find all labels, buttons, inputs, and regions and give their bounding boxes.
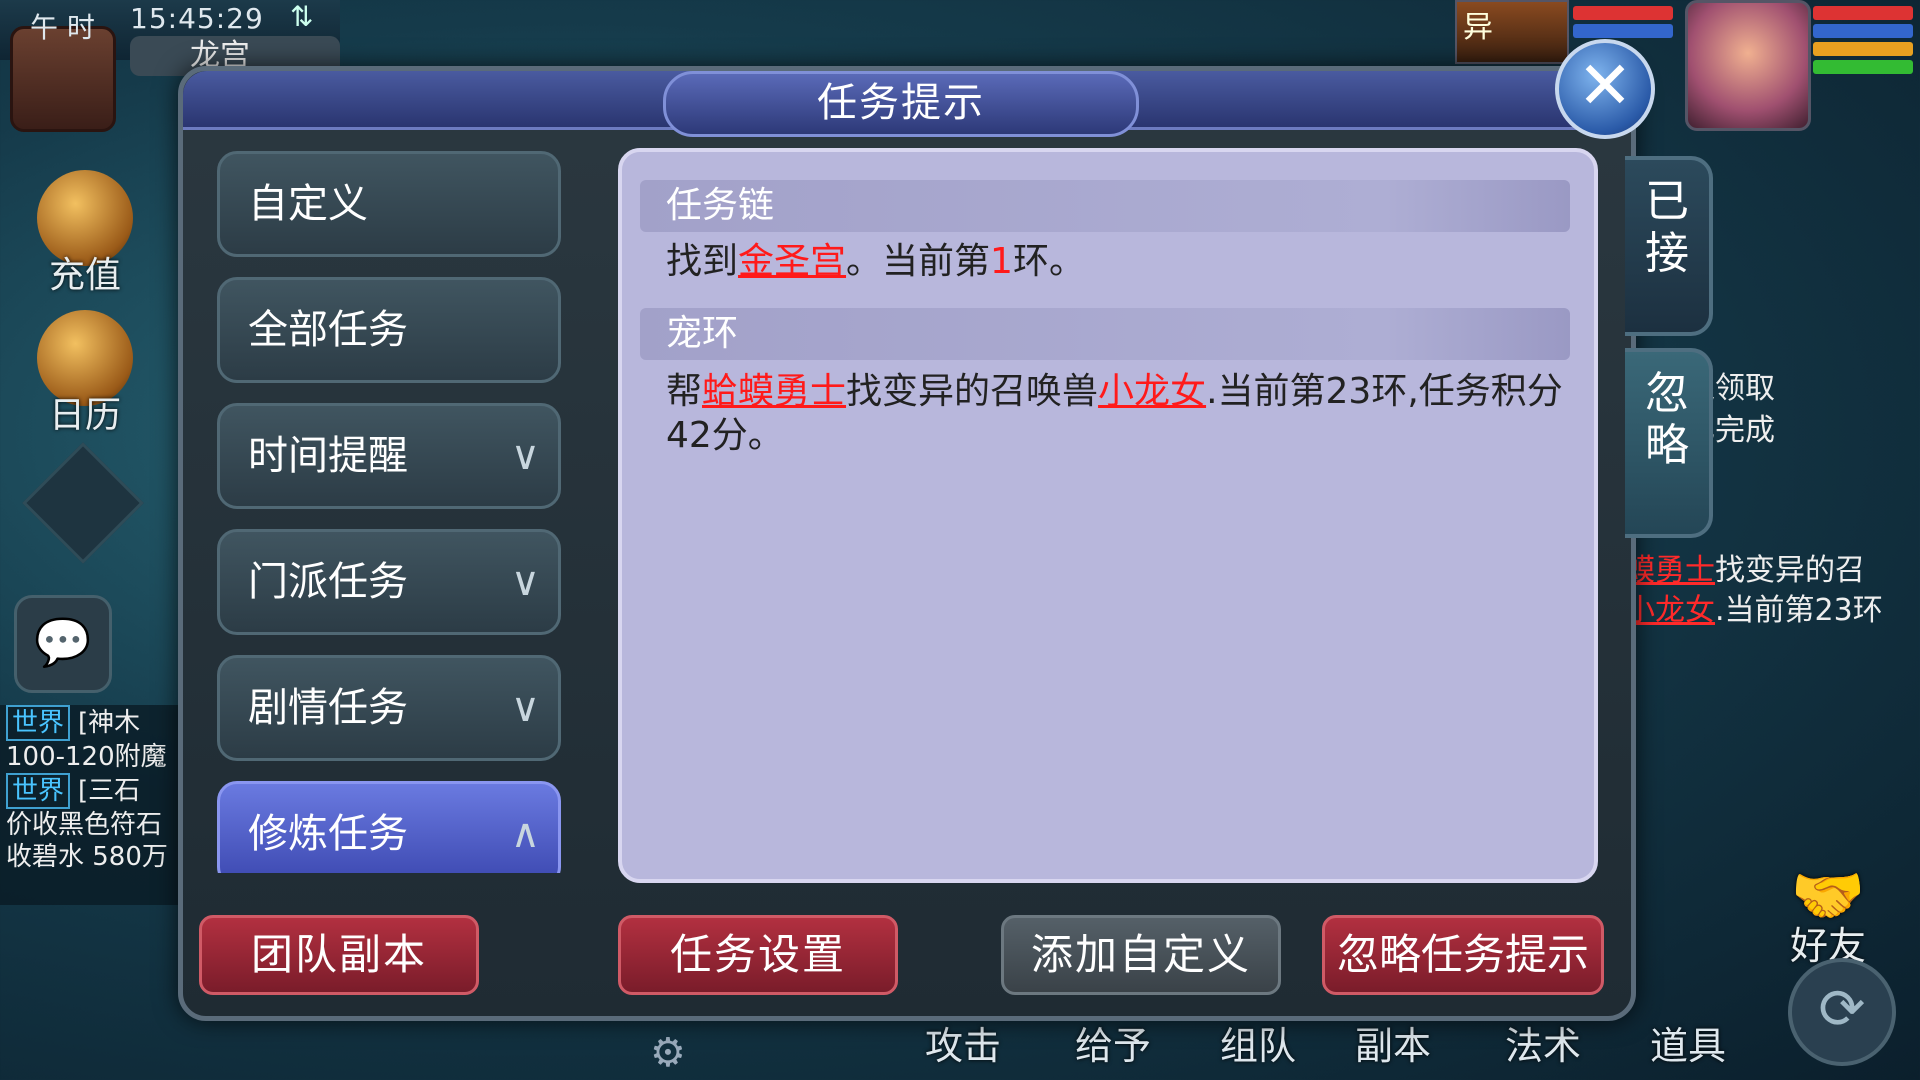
pet-link[interactable]: 小龙女 [1098,371,1206,412]
tracker-line[interactable]: 小龙女.当前第23环 [1625,590,1920,632]
world-channel-tag: 世界 [6,773,71,809]
chat-panel[interactable]: 世界 [神木 100-120附魔 世界 [三石 价收黑色符石 收碧水 580万 [0,705,180,905]
dungeon-button[interactable]: 副本 [1355,1015,1431,1070]
team-button[interactable]: 组队 [1220,1015,1296,1070]
menu-item-cultivation-tasks[interactable]: 修炼任务 ∧ [217,781,561,873]
task-chain-description: 找到金圣宫。当前第1环。 [666,241,1085,282]
menu-item-label: 门派任务 [248,559,408,605]
recharge-label: 充值 [48,255,121,296]
calendar-button[interactable]: 日历 [25,310,145,438]
section-heading-pet-ring: 宠环 [640,308,1570,360]
give-button[interactable]: 给予 [1075,1015,1151,1070]
world-channel-tag: 世界 [6,705,71,741]
game-time-label: 午 时 [30,11,95,44]
pet-portrait[interactable]: 异 [1455,0,1569,64]
player-exp-bar [1813,60,1913,74]
tab-accepted[interactable]: 已 接 [1625,156,1713,336]
tab-ignored[interactable]: 忽 略 [1625,348,1713,538]
chat-line: 收碧水 580万 [6,842,168,872]
player-portrait[interactable] [1685,0,1811,131]
player-mp-bar [1813,24,1913,38]
tracker-line[interactable]: 蟆勇士找变异的召 [1625,550,1920,592]
clock: 15:45:29 [130,2,264,35]
menu-item-time-reminder[interactable]: 时间提醒 ∨ [217,403,561,509]
skill-button[interactable]: 法术 [1505,1015,1581,1070]
chevron-down-icon: ∨ [510,433,540,479]
chat-line: 价收黑色符石 [6,810,163,840]
team-dungeon-button[interactable]: 团队副本 [199,915,479,995]
chevron-down-icon: ∨ [510,559,540,605]
refresh-icon[interactable]: ⟳ [1788,958,1896,1066]
pet-hp-bar [1573,6,1673,20]
items-button[interactable]: 道具 [1650,1015,1726,1070]
menu-item-label: 修炼任务 [248,811,408,857]
ignore-task-tip-button[interactable]: 忽略任务提示 [1322,915,1604,995]
task-settings-button[interactable]: 任务设置 [618,915,898,995]
chat-line: 世界 [三石 [0,773,180,809]
section-heading-task-chain: 任务链 [640,180,1570,232]
chevron-up-icon: ∧ [510,811,540,857]
pet-ring-description: 帮蛤蟆勇士找变异的召唤兽小龙女.当前第23环,任务积分42分。 [666,371,1563,456]
player-anger-bar [1813,42,1913,56]
add-custom-button[interactable]: 添加自定义 [1001,915,1281,995]
task-category-menu: 自定义 全部任务 时间提醒 ∨ 门派任务 ∨ 剧情任务 ∨ 修炼任务 ∧ [217,151,565,873]
chat-line: 100-120附魔 [6,742,167,772]
chat-bubble-icon[interactable]: 💬 [14,595,112,693]
menu-item-label: 自定义 [248,181,368,227]
npc-link[interactable]: 金圣宫 [738,241,846,282]
friends-button[interactable]: 🤝 好友 [1790,860,1866,970]
dialog-title: 任务提示 [663,71,1139,137]
recharge-button[interactable]: 充值 [25,170,145,298]
menu-item-all-tasks[interactable]: 全部任务 [217,277,561,383]
menu-item-sect-tasks[interactable]: 门派任务 ∨ [217,529,561,635]
menu-item-story-tasks[interactable]: 剧情任务 ∨ [217,655,561,761]
menu-item-label: 时间提醒 [248,433,408,479]
calendar-label: 日历 [48,395,121,436]
chat-line: 世界 [神木 [0,705,180,741]
gear-icon[interactable]: ⚙ [650,1030,686,1076]
task-tip-dialog: 任务提示 ✕ 自定义 全部任务 时间提醒 ∨ 门派任务 ∨ 剧情任务 ∨ 修炼任… [178,39,1655,1021]
pet-mp-bar [1573,24,1673,38]
menu-item-label: 剧情任务 [248,685,408,731]
task-detail-panel: 任务链 找到金圣宫。当前第1环。 宠环 帮蛤蟆勇士找变异的召唤兽小龙女.当前第2… [618,148,1598,883]
menu-item-custom[interactable]: 自定义 [217,151,561,257]
close-icon[interactable]: ✕ [1555,39,1655,139]
collapse-menu-icon[interactable] [22,442,144,564]
signal-icon: ⇅ [290,0,314,33]
npc-link[interactable]: 蛤蟆勇士 [702,371,846,412]
menu-item-label: 全部任务 [248,307,408,353]
player-hp-bar [1813,6,1913,20]
chevron-down-icon: ∨ [510,685,540,731]
attack-button[interactable]: 攻击 [925,1015,1001,1070]
